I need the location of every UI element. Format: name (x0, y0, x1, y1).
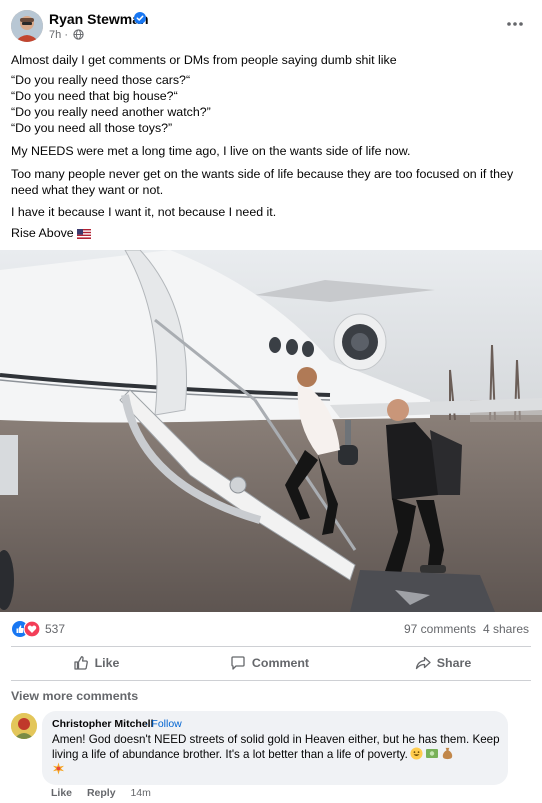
love-reaction-icon[interactable] (24, 621, 40, 637)
post-time[interactable]: 7h (49, 29, 61, 41)
money-icon (425, 749, 438, 758)
post-text-line: My NEEDS were met a long time ago, I liv… (11, 144, 411, 158)
private-jet-photo (0, 250, 542, 612)
money-bag-icon (442, 747, 453, 760)
author-avatar[interactable] (11, 10, 43, 42)
share-button[interactable]: Share (358, 647, 528, 679)
like-button[interactable]: Like (11, 647, 181, 679)
post-card: Ryan Stewman 7h · Almost daily I get com… (0, 0, 542, 803)
comment-button-label: Comment (251, 656, 310, 670)
post-header: Ryan Stewman 7h · (0, 0, 542, 48)
us-flag-icon (76, 229, 91, 239)
like-button-label: Like (94, 656, 120, 670)
post-text-line: “Do you need that big house?“ (11, 89, 178, 103)
reactions-count[interactable]: 537 (45, 622, 65, 636)
post-text-line: “Do you really need another watch?” (11, 105, 211, 119)
sparkle-icon (52, 762, 65, 775)
comment-icon (231, 656, 245, 670)
comment-bubble: Christopher Mitchell · Follow Amen! God … (42, 711, 508, 785)
view-more-comments-link[interactable]: View more comments (11, 689, 138, 703)
grinning-face-icon (410, 747, 423, 760)
post-text-closing: Rise Above (11, 225, 536, 241)
share-button-label: Share (436, 656, 472, 670)
comment-like-button[interactable]: Like (51, 787, 72, 799)
post-meta: 7h · (49, 29, 84, 41)
comment-text: Amen! God doesn't NEED streets of solid … (52, 732, 504, 777)
comment-reply-button[interactable]: Reply (87, 787, 116, 799)
post-text-line: Too many people never get on the wants s… (11, 167, 514, 197)
post-stats: 537 97 comments 4 shares (0, 612, 542, 648)
post-text-line: Rise Above (11, 226, 74, 240)
comment-actions: Like Reply 14m (51, 787, 163, 799)
globe-icon (73, 29, 84, 40)
post-text-line: Almost daily I get comments or DMs from … (11, 53, 397, 67)
actions-bottom-divider (11, 680, 531, 681)
comment-button[interactable]: Comment (181, 647, 358, 679)
post-photo[interactable] (0, 250, 542, 612)
thumbs-up-icon (73, 656, 88, 670)
comments-count[interactable]: 97 comments (404, 622, 476, 636)
commenter-name[interactable]: Christopher Mitchell (52, 718, 154, 730)
shares-count[interactable]: 4 shares (483, 622, 529, 636)
commenter-avatar[interactable] (11, 713, 37, 739)
post-text-line: “Do you need all those toys?” (11, 121, 173, 135)
post-text-line: “Do you really need those cars?“ (11, 73, 191, 87)
follow-link[interactable]: · Follow (145, 718, 182, 730)
comment-time[interactable]: 14m (130, 787, 150, 799)
post-text-line: I have it because I want it, not because… (11, 205, 277, 219)
more-options-icon[interactable] (503, 14, 527, 34)
post-actions: Like Comment Share (0, 647, 542, 679)
verified-badge-icon (134, 12, 146, 24)
share-icon (415, 656, 431, 670)
